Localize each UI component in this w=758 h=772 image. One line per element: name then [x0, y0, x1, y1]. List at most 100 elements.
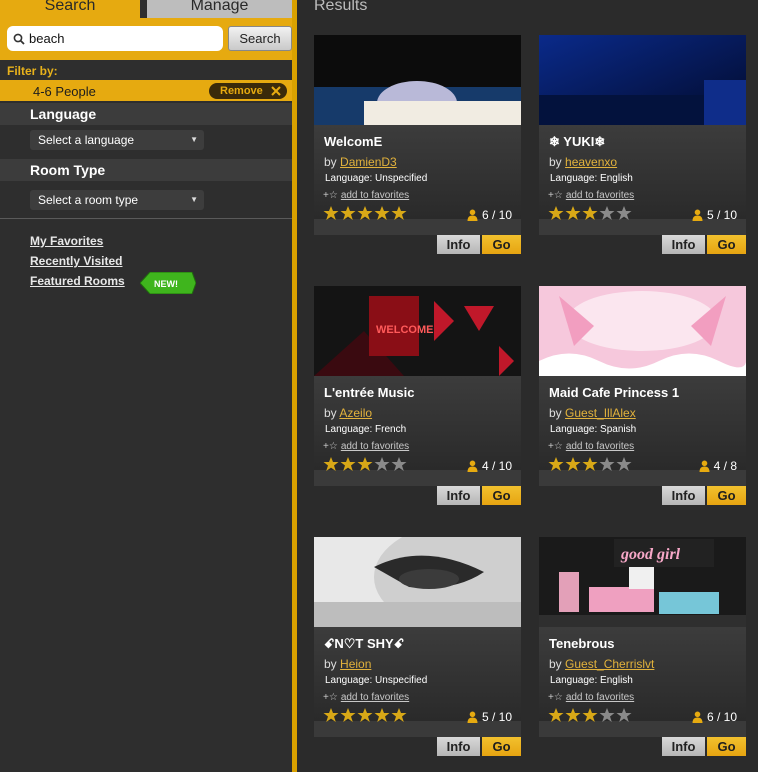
user-icon [467, 209, 478, 221]
room-name: ꗃN♡T SHYꗃ [324, 636, 405, 651]
room-thumbnail[interactable] [539, 35, 746, 125]
info-button[interactable]: Info [437, 235, 480, 254]
room-card[interactable]: ❄ YUKI❄ by heavenxo Language: English +☆… [539, 35, 746, 254]
owner-link[interactable]: heavenxo [565, 155, 617, 169]
my-favorites-link[interactable]: My Favorites [30, 234, 103, 248]
go-button[interactable]: Go [482, 737, 521, 756]
room-details: Maid Cafe Princess 1 by Guest_IllAlex La… [539, 376, 746, 473]
add-favorites-link[interactable]: add to favorites [341, 441, 409, 452]
room-thumbnail[interactable] [314, 537, 521, 627]
occupancy: 5 / 10 [467, 710, 512, 724]
occupancy-count: 4 / 8 [713, 459, 737, 473]
go-button[interactable]: Go [482, 235, 521, 254]
owner-link[interactable]: Guest_Cherrislvt [565, 657, 654, 671]
room-language: Language: Unspecified [325, 173, 428, 184]
owner-prefix: by [549, 657, 562, 671]
add-favorites[interactable]: +☆ add to favorites [548, 692, 634, 703]
info-button[interactable]: Info [662, 486, 705, 505]
star-filled-icon [340, 457, 356, 471]
star-filled-icon [340, 206, 356, 220]
remove-filter-button[interactable]: Remove [209, 83, 287, 99]
star-filled-icon [357, 708, 373, 722]
room-name: L'entrée Music [324, 385, 415, 400]
divider [0, 218, 292, 219]
star-filled-icon [582, 457, 598, 471]
add-favorite-icon: +☆ [323, 190, 338, 201]
star-filled-icon [582, 708, 598, 722]
star-empty-icon [599, 457, 615, 471]
add-favorites-link[interactable]: add to favorites [341, 692, 409, 703]
add-favorites-link[interactable]: add to favorites [566, 190, 634, 201]
room-thumbnail[interactable] [539, 286, 746, 376]
user-icon [692, 209, 703, 221]
rating-stars [548, 456, 632, 472]
occupancy-count: 4 / 10 [481, 459, 512, 473]
star-filled-icon [374, 708, 390, 722]
room-card[interactable]: Maid Cafe Princess 1 by Guest_IllAlex La… [539, 286, 746, 505]
info-button[interactable]: Info [662, 235, 705, 254]
add-favorites[interactable]: +☆ add to favorites [548, 190, 634, 201]
add-favorites-link[interactable]: add to favorites [566, 692, 634, 703]
go-button[interactable]: Go [482, 486, 521, 505]
user-icon [692, 711, 703, 723]
close-icon [271, 86, 281, 96]
go-button[interactable]: Go [707, 737, 746, 756]
info-button[interactable]: Info [662, 737, 705, 756]
room-card[interactable]: ꗃN♡T SHYꗃ by Heion Language: Unspecified… [314, 537, 521, 756]
room-card[interactable]: good girl Tenebrous by Guest_Cherrislvt … [539, 537, 746, 756]
owner-prefix: by [324, 657, 337, 671]
occupancy-count: 6 / 10 [481, 208, 512, 222]
search-button[interactable]: Search [228, 26, 292, 51]
owner-link[interactable]: DamienD3 [340, 155, 397, 169]
star-filled-icon [582, 206, 598, 220]
rating-stars [548, 205, 632, 221]
search-input[interactable] [29, 31, 219, 46]
add-favorites[interactable]: +☆ add to favorites [548, 441, 634, 452]
add-favorites-link[interactable]: add to favorites [566, 441, 634, 452]
star-filled-icon [323, 206, 339, 220]
owner-link[interactable]: Guest_IllAlex [565, 406, 636, 420]
room-thumbnail[interactable]: good girl [539, 537, 746, 627]
star-empty-icon [616, 457, 632, 471]
star-empty-icon [599, 206, 615, 220]
room-language: Language: English [550, 173, 633, 184]
room-details: WelcomE by DamienD3 Language: Unspecifie… [314, 125, 521, 222]
star-empty-icon [616, 708, 632, 722]
results-title: Results [314, 0, 368, 14]
room-owner: by Guest_Cherrislvt [549, 657, 654, 671]
room-thumbnail[interactable]: WELCOME [314, 286, 521, 376]
language-select[interactable]: Select a language ▼ [30, 130, 204, 150]
add-favorites[interactable]: +☆ add to favorites [323, 190, 409, 201]
add-favorite-icon: +☆ [548, 441, 563, 452]
add-favorites[interactable]: +☆ add to favorites [323, 692, 409, 703]
room-language: Language: French [325, 424, 407, 435]
add-favorite-icon: +☆ [323, 441, 338, 452]
tab-manage[interactable]: Manage [147, 0, 292, 18]
remove-label: Remove [220, 85, 263, 97]
go-button[interactable]: Go [707, 235, 746, 254]
search-icon [13, 33, 25, 45]
room-owner: by DamienD3 [324, 155, 397, 169]
room-type-select[interactable]: Select a room type ▼ [30, 190, 204, 210]
rating-stars [323, 205, 407, 221]
info-button[interactable]: Info [437, 486, 480, 505]
featured-rooms-link[interactable]: Featured Rooms [30, 274, 125, 288]
room-card[interactable]: WelcomE by DamienD3 Language: Unspecifie… [314, 35, 521, 254]
caret-down-icon: ▼ [190, 195, 198, 204]
go-button[interactable]: Go [707, 486, 746, 505]
info-button[interactable]: Info [437, 737, 480, 756]
owner-link[interactable]: Heion [340, 657, 371, 671]
add-favorites-link[interactable]: add to favorites [341, 190, 409, 201]
room-thumbnail[interactable] [314, 35, 521, 125]
star-filled-icon [323, 457, 339, 471]
room-details: ꗃN♡T SHYꗃ by Heion Language: Unspecified… [314, 627, 521, 724]
recently-visited-link[interactable]: Recently Visited [30, 254, 122, 268]
owner-prefix: by [549, 406, 562, 420]
star-filled-icon [548, 206, 564, 220]
owner-link[interactable]: Azeilo [339, 406, 372, 420]
tab-search[interactable]: Search [0, 0, 140, 18]
search-box[interactable] [7, 26, 223, 51]
add-favorite-icon: +☆ [548, 692, 563, 703]
room-card[interactable]: WELCOME L'entrée Music by Azeilo Languag… [314, 286, 521, 505]
add-favorites[interactable]: +☆ add to favorites [323, 441, 409, 452]
